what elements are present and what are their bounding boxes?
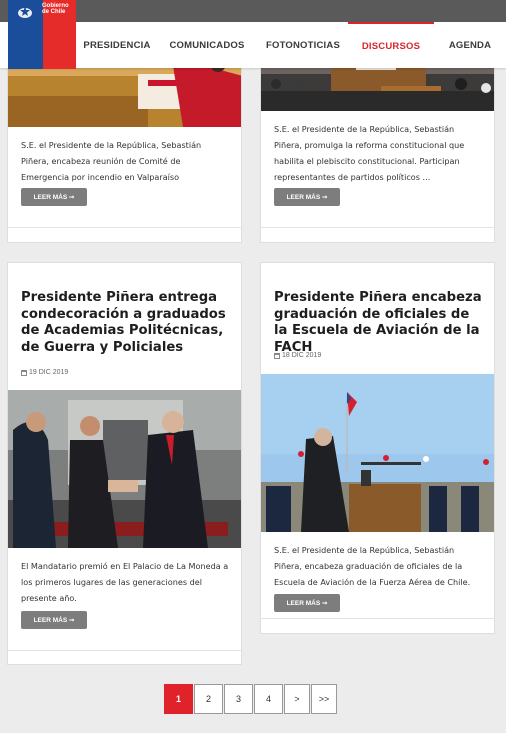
read-more-button[interactable]: LEER MÁS ➞ <box>274 188 340 206</box>
calendar-icon <box>274 352 280 359</box>
next-page-button[interactable]: > <box>284 684 310 714</box>
nav-item-fotonoticias[interactable]: FOTONOTICIAS <box>258 22 348 68</box>
logo-line-2: de Chile <box>42 9 66 15</box>
news-photo[interactable] <box>8 390 241 548</box>
page-4-button[interactable]: 4 <box>254 684 283 714</box>
news-title[interactable]: Presidente Piñera entrega condecoración … <box>21 290 231 356</box>
news-card: S.E. el Presidente de la República, Seba… <box>260 55 495 243</box>
nav-item-comunicados[interactable]: COMUNICADOS <box>156 22 258 68</box>
nav-item-agenda[interactable]: AGENDA <box>434 22 506 68</box>
nav-item-discursos[interactable]: DISCURSOS <box>348 22 434 68</box>
news-card: Presidente Piñera entrega condecoración … <box>7 262 242 665</box>
page-3-button[interactable]: 3 <box>224 684 253 714</box>
news-date-text: 19 DIC 2019 <box>29 369 69 376</box>
pagination: 1 2 3 4 > >> <box>164 684 337 714</box>
news-date: 19 DIC 2019 <box>21 369 68 376</box>
page-1-button[interactable]: 1 <box>164 684 193 714</box>
news-card: S.E. el Presidente de la República, Seba… <box>7 55 242 243</box>
card-divider <box>8 227 241 228</box>
news-description: S.E. el Presidente de la República, Seba… <box>21 140 202 182</box>
gobierno-logo[interactable]: Gobierno de Chile <box>8 0 76 69</box>
news-date-text: 18 DIC 2019 <box>282 352 322 359</box>
read-more-button[interactable]: LEER MÁS ➞ <box>21 611 87 629</box>
card-divider <box>261 227 494 228</box>
card-divider <box>8 650 241 651</box>
read-more-button[interactable]: LEER MÁS ➞ <box>21 188 87 206</box>
nav-item-presidencia[interactable]: PRESIDENCIA <box>78 22 156 68</box>
calendar-icon <box>21 369 27 376</box>
news-description: El Mandatario premió en El Palacio de La… <box>21 561 229 603</box>
last-page-button[interactable]: >> <box>311 684 337 714</box>
read-more-button[interactable]: LEER MÁS ➞ <box>274 594 340 612</box>
coat-of-arms-icon <box>18 6 32 18</box>
news-title[interactable]: Presidente Piñera encabeza graduación de… <box>274 290 484 356</box>
news-date: 18 DIC 2019 <box>274 352 321 359</box>
page-2-button[interactable]: 2 <box>194 684 223 714</box>
card-divider <box>261 618 494 619</box>
news-card: Presidente Piñera encabeza graduación de… <box>260 262 495 634</box>
news-photo[interactable] <box>261 374 494 532</box>
news-description: S.E. el Presidente de la República, Seba… <box>274 124 465 182</box>
news-description: S.E. el Presidente de la República, Seba… <box>274 545 471 587</box>
